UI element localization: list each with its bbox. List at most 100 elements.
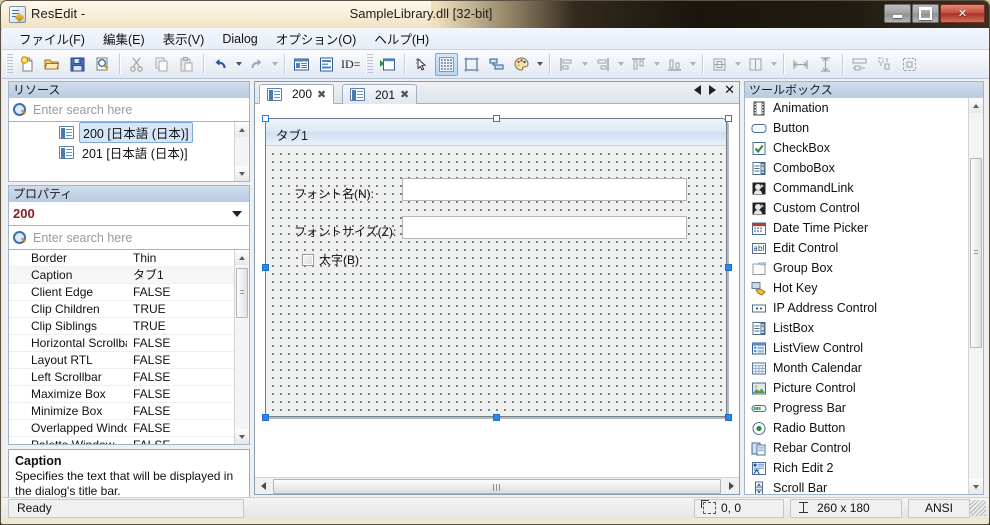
toolbox-item-rebar[interactable]: Rebar Control xyxy=(745,438,983,458)
toolbox-item-richedit2[interactable]: Rich Edit 2 xyxy=(745,458,983,478)
copy-icon[interactable] xyxy=(150,53,173,76)
redo-icon[interactable] xyxy=(245,53,268,76)
toolbox-item-month-calendar[interactable]: Month Calendar xyxy=(745,358,983,378)
tab-order-icon[interactable] xyxy=(485,53,508,76)
scroll-up-icon[interactable] xyxy=(969,98,983,113)
menu-item-file[interactable]: ファイル(F) xyxy=(10,27,94,50)
scroll-down-icon[interactable] xyxy=(969,479,983,494)
align-top-dropdown-arrow[interactable] xyxy=(651,53,662,76)
open-folder-icon[interactable] xyxy=(41,53,64,76)
same-width-icon[interactable] xyxy=(789,53,812,76)
space-horizontal-icon[interactable] xyxy=(848,53,871,76)
toolbox-item-datetimepicker[interactable]: Date Time Picker xyxy=(745,218,983,238)
new-file-icon[interactable] xyxy=(16,53,39,76)
property-value[interactable]: タブ1 xyxy=(127,267,249,283)
bold-checkbox[interactable]: 太字(B) xyxy=(302,251,359,268)
toolbox-item-scrollbar[interactable]: Scroll Bar xyxy=(745,478,983,494)
toolbar-grip[interactable] xyxy=(6,54,13,74)
scroll-up-icon[interactable] xyxy=(235,122,249,137)
table-row[interactable]: Maximize Box FALSE xyxy=(9,386,249,403)
scroll-down-icon[interactable] xyxy=(235,429,249,444)
tab-200[interactable]: 200 ✖ xyxy=(259,84,335,104)
menu-editor-icon[interactable] xyxy=(315,53,338,76)
toolbox-item-checkbox[interactable]: CheckBox xyxy=(745,138,983,158)
align-left-dropdown-arrow[interactable] xyxy=(579,53,590,76)
table-row[interactable]: Horizontal Scrollbar FALSE xyxy=(9,335,249,352)
property-value[interactable]: TRUE xyxy=(127,318,249,334)
save-icon[interactable] xyxy=(66,53,89,76)
resource-tree-scrollbar[interactable] xyxy=(234,122,249,181)
next-tab-icon[interactable] xyxy=(709,85,717,95)
table-row[interactable]: Border Thin xyxy=(9,250,249,267)
toolbox-item-picture-control[interactable]: Picture Control xyxy=(745,378,983,398)
resize-handle-bottom-center[interactable] xyxy=(493,414,500,421)
scrollbar-track[interactable] xyxy=(271,478,723,494)
property-value[interactable]: FALSE xyxy=(127,386,249,402)
font-name-input[interactable] xyxy=(402,178,687,201)
property-search-input[interactable]: Enter search here xyxy=(8,226,250,250)
property-value[interactable]: FALSE xyxy=(127,335,249,351)
previous-tab-icon[interactable] xyxy=(694,85,702,95)
center-h-dropdown-arrow[interactable] xyxy=(768,53,779,76)
center-dropdown-arrow[interactable] xyxy=(732,53,743,76)
toolbox-item-groupbox[interactable]: xyz Group Box xyxy=(745,258,983,278)
minimize-button[interactable] xyxy=(884,4,911,23)
align-right-icon[interactable] xyxy=(591,53,614,76)
menu-item-help[interactable]: ヘルプ(H) xyxy=(365,27,438,50)
property-object-selector[interactable]: 200 xyxy=(8,202,250,226)
table-row[interactable]: Client Edge FALSE xyxy=(9,284,249,301)
toolbox-item-ip-address[interactable]: IP Address Control xyxy=(745,298,983,318)
tab-201[interactable]: 201 ✖ xyxy=(342,84,418,104)
menu-item-edit[interactable]: 編集(E) xyxy=(94,27,154,50)
table-row[interactable]: Caption タブ1 xyxy=(9,267,249,284)
toggle-grid-icon[interactable] xyxy=(435,52,459,76)
toolbox-item-hotkey[interactable]: Hot Key xyxy=(745,278,983,298)
toolbox-item-animation[interactable]: Animation xyxy=(745,98,983,118)
tab-close-icon[interactable]: ✖ xyxy=(400,88,409,101)
menu-item-options[interactable]: オプション(O) xyxy=(267,27,366,50)
toolbox-scrollbar[interactable] xyxy=(968,98,983,494)
same-height-icon[interactable] xyxy=(814,53,837,76)
toolbox-item-combobox[interactable]: ComboBox xyxy=(745,158,983,178)
property-value[interactable]: FALSE xyxy=(127,352,249,368)
align-bottom-icon[interactable] xyxy=(663,53,686,76)
toolbox-item-radiobutton[interactable]: Radio Button xyxy=(745,418,983,438)
dialog-preview[interactable]: タブ1 フォント名(N): フォントサイズ(Z): 太字(B) xyxy=(265,118,727,417)
resize-handle-middle-right[interactable] xyxy=(725,264,732,271)
resource-search-input[interactable]: Enter search here xyxy=(8,98,250,122)
toolbox-item-custom-control[interactable]: Custom Control xyxy=(745,198,983,218)
space-vertical-icon[interactable] xyxy=(873,53,896,76)
toolbox-item-listview[interactable]: ListView Control xyxy=(745,338,983,358)
toolbar-grip[interactable] xyxy=(366,54,374,74)
cut-icon[interactable] xyxy=(125,53,148,76)
align-left-icon[interactable] xyxy=(555,53,578,76)
tab-close-icon[interactable]: ✖ xyxy=(317,88,326,101)
size-to-content-icon[interactable] xyxy=(898,53,921,76)
close-button[interactable]: ✕ xyxy=(940,4,985,23)
resize-handle-bottom-left[interactable] xyxy=(262,414,269,421)
resize-handle-top-center[interactable] xyxy=(493,115,500,122)
close-tab-icon[interactable]: ✕ xyxy=(724,83,735,96)
menu-item-dialog[interactable]: Dialog xyxy=(213,30,266,48)
scrollbar-thumb[interactable] xyxy=(970,158,982,348)
resize-handle-bottom-right[interactable] xyxy=(725,414,732,421)
scroll-left-icon[interactable] xyxy=(255,478,271,494)
table-row[interactable]: Overlapped Window FALSE xyxy=(9,420,249,437)
scrollbar-thumb[interactable] xyxy=(273,478,721,494)
property-value[interactable]: TRUE xyxy=(127,301,249,317)
table-row[interactable]: Clip Children TRUE xyxy=(9,301,249,318)
print-preview-icon[interactable] xyxy=(91,53,114,76)
property-value[interactable]: FALSE xyxy=(127,420,249,436)
table-row[interactable]: Left Scrollbar FALSE xyxy=(9,369,249,386)
toolbox-item-edit-control[interactable]: abl Edit Control xyxy=(745,238,983,258)
property-value[interactable]: FALSE xyxy=(127,284,249,300)
center-vertical-icon[interactable] xyxy=(708,53,731,76)
font-name-label[interactable]: フォント名(N): xyxy=(294,185,374,202)
maximize-button[interactable] xyxy=(912,4,939,23)
resize-grip[interactable] xyxy=(970,500,986,516)
scroll-down-icon[interactable] xyxy=(235,166,249,181)
align-bottom-dropdown-arrow[interactable] xyxy=(687,53,698,76)
toolbox-item-commandlink[interactable]: CommandLink xyxy=(745,178,983,198)
run-test-dialog-icon[interactable] xyxy=(376,53,399,76)
paste-icon[interactable] xyxy=(175,53,198,76)
